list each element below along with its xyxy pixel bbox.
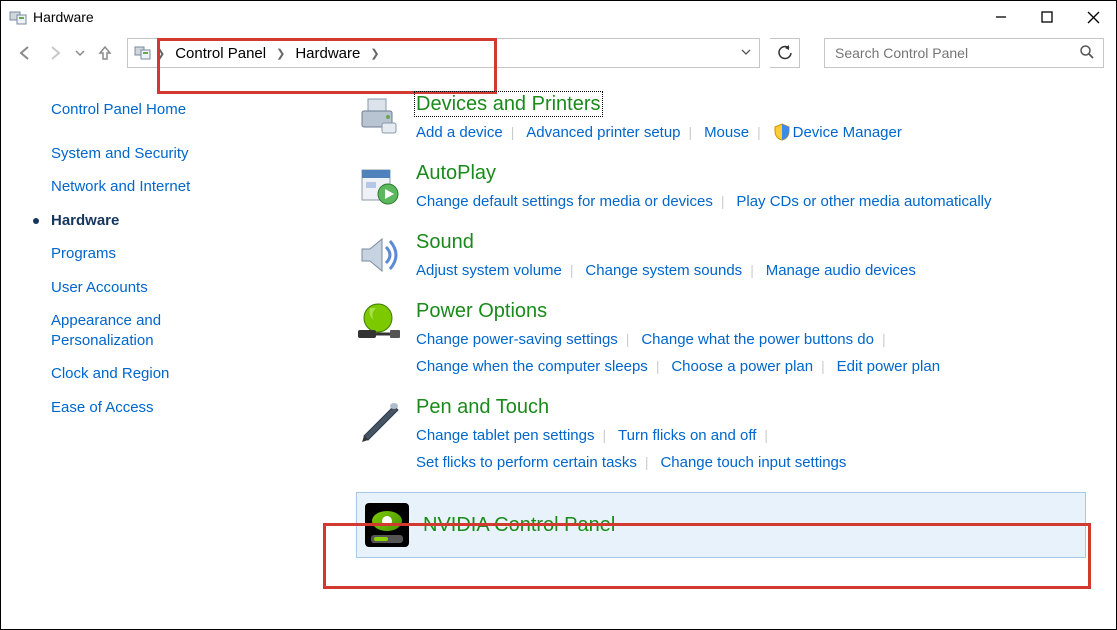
task-link[interactable]: Choose a power plan [671, 358, 813, 375]
sidebar-item-clock-region[interactable]: Clock and Region [31, 357, 266, 391]
sidebar-item-home[interactable]: Control Panel Home [31, 93, 266, 127]
breadcrumb-item[interactable]: Hardware [289, 39, 366, 67]
separator: | [813, 358, 833, 374]
address-bar[interactable]: ❯ Control Panel ❯ Hardware ❯ [127, 38, 760, 68]
separator: | [749, 124, 769, 140]
main-panel: Devices and Printers Add a device| Advan… [266, 93, 1086, 609]
breadcrumb-label: Hardware [289, 45, 366, 62]
separator: | [503, 124, 523, 140]
sound-icon [356, 231, 404, 279]
task-link[interactable]: Change power-saving settings [416, 331, 618, 348]
nav-back-button[interactable] [13, 41, 37, 65]
category-pen-touch: Pen and Touch Change tablet pen settings… [356, 396, 1086, 476]
separator: | [681, 124, 701, 140]
chevron-right-icon[interactable]: ❯ [272, 47, 289, 60]
nav-forward-button[interactable] [43, 41, 67, 65]
separator: | [648, 358, 668, 374]
separator: | [618, 331, 638, 347]
close-button[interactable] [1070, 1, 1116, 33]
separator: | [874, 331, 894, 347]
search-input[interactable] [833, 44, 1079, 62]
task-link[interactable]: Manage audio devices [766, 262, 916, 279]
chevron-right-icon[interactable]: ❯ [366, 47, 383, 60]
separator: | [562, 262, 582, 278]
category-title-link[interactable]: Power Options [416, 300, 547, 322]
task-link[interactable]: Change what the power buttons do [641, 331, 874, 348]
task-link[interactable]: Edit power plan [837, 358, 940, 375]
separator: | [742, 262, 762, 278]
task-link[interactable]: Add a device [416, 124, 503, 141]
refresh-button[interactable] [770, 38, 800, 68]
sidebar-item-hardware[interactable]: Hardware [31, 204, 266, 238]
shield-icon [773, 123, 791, 141]
category-autoplay: AutoPlay Change default settings for med… [356, 162, 1086, 215]
task-list: Change default settings for media or dev… [416, 188, 1086, 215]
sidebar-item-ease-of-access[interactable]: Ease of Access [31, 391, 266, 425]
search-box[interactable] [824, 38, 1104, 68]
separator: | [756, 427, 776, 443]
nav-history-dropdown[interactable] [73, 41, 87, 65]
breadcrumb-item[interactable]: Control Panel [169, 39, 272, 67]
minimize-button[interactable] [978, 1, 1024, 33]
task-link[interactable]: Adjust system volume [416, 262, 562, 279]
task-list: Add a device| Advanced printer setup| Mo… [416, 119, 1086, 146]
sidebar-item-user-accounts[interactable]: User Accounts [31, 271, 266, 305]
category-nvidia-control-panel[interactable]: NVIDIA Control Panel [356, 492, 1086, 558]
task-link[interactable]: Change default settings for media or dev… [416, 193, 713, 210]
maximize-button[interactable] [1024, 1, 1070, 33]
category-title-link[interactable]: NVIDIA Control Panel [423, 514, 615, 536]
app-icon [9, 8, 27, 26]
task-link[interactable]: Change tablet pen settings [416, 427, 594, 444]
nvidia-icon [365, 503, 409, 547]
address-dropdown-icon[interactable] [735, 47, 757, 60]
category-sound: Sound Adjust system volume| Change syste… [356, 231, 1086, 284]
window-title: Hardware [33, 9, 94, 25]
sidebar-item-programs[interactable]: Programs [31, 237, 266, 271]
separator: | [713, 193, 733, 209]
breadcrumb-label: Control Panel [169, 45, 272, 62]
category-title-link[interactable]: Pen and Touch [416, 396, 549, 418]
separator: | [637, 454, 657, 470]
power-options-icon [356, 300, 404, 348]
sidebar-item-system-security[interactable]: System and Security [31, 137, 266, 171]
separator: | [594, 427, 614, 443]
chevron-right-icon[interactable]: ❯ [152, 47, 169, 60]
category-devices-printers: Devices and Printers Add a device| Advan… [356, 93, 1086, 146]
autoplay-icon [356, 162, 404, 210]
task-link[interactable]: Change touch input settings [660, 454, 846, 471]
window-controls [978, 1, 1116, 33]
category-title-link[interactable]: Sound [416, 231, 474, 253]
breadcrumb-root-icon[interactable] [134, 39, 152, 67]
task-link[interactable]: Set flicks to perform certain tasks [416, 454, 637, 471]
toolbar: ❯ Control Panel ❯ Hardware ❯ [1, 33, 1116, 73]
task-link[interactable]: Device Manager [793, 124, 902, 141]
devices-printers-icon [356, 93, 404, 141]
task-link[interactable]: Advanced printer setup [526, 124, 680, 141]
sidebar: Control Panel Home System and Security N… [31, 93, 266, 609]
task-link[interactable]: Change system sounds [585, 262, 742, 279]
category-title-link[interactable]: AutoPlay [416, 162, 496, 184]
category-title-link[interactable]: Devices and Printers [416, 93, 601, 115]
task-link[interactable]: Play CDs or other media automatically [736, 193, 991, 210]
search-icon[interactable] [1079, 44, 1095, 63]
pen-touch-icon [356, 396, 404, 444]
category-power-options: Power Options Change power-saving settin… [356, 300, 1086, 380]
task-list: Change power-saving settings| Change wha… [416, 326, 1086, 380]
task-link[interactable]: Mouse [704, 124, 749, 141]
task-list: Adjust system volume| Change system soun… [416, 257, 1086, 284]
titlebar: Hardware [1, 1, 1116, 33]
nav-up-button[interactable] [93, 41, 117, 65]
task-link[interactable]: Turn flicks on and off [618, 427, 756, 444]
sidebar-item-appearance[interactable]: Appearance and Personalization [31, 304, 266, 357]
task-list: Change tablet pen settings| Turn flicks … [416, 422, 1086, 476]
sidebar-item-network[interactable]: Network and Internet [31, 170, 266, 204]
task-link[interactable]: Change when the computer sleeps [416, 358, 648, 375]
